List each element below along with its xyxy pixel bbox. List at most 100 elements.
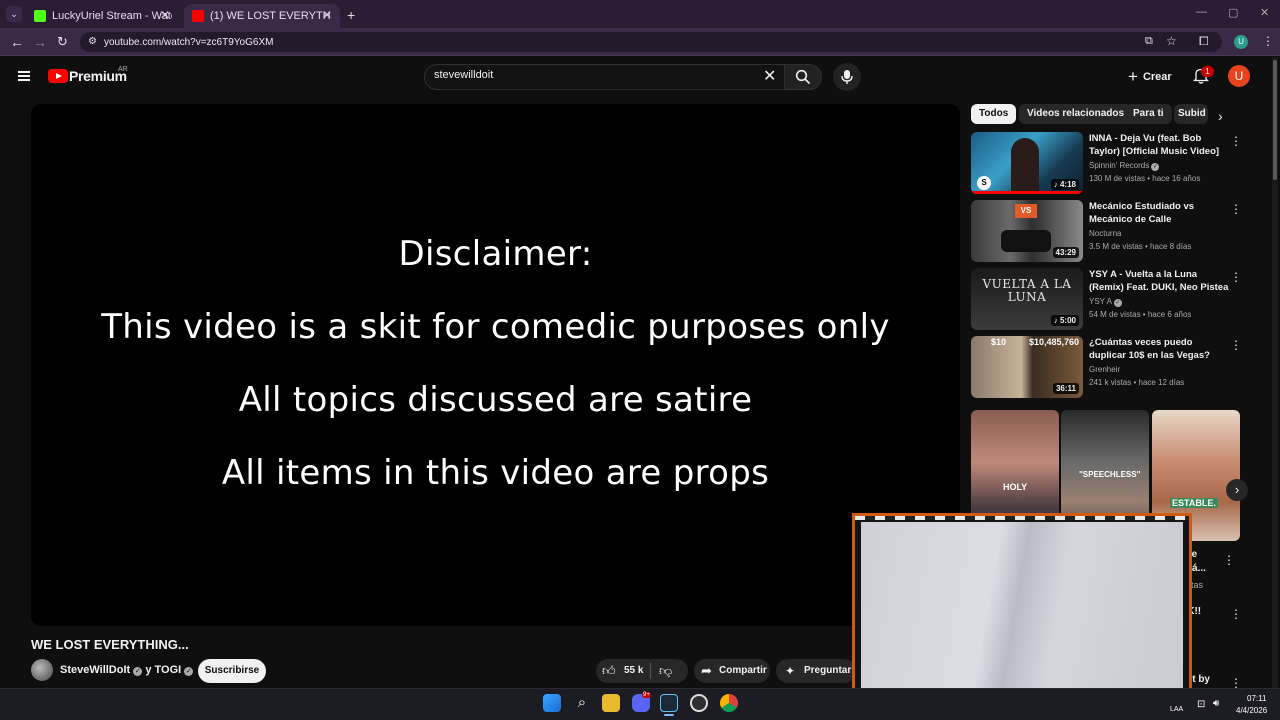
duration-badge: 43:29 bbox=[1052, 247, 1079, 258]
browser-menu-icon[interactable]: ⋮ bbox=[1262, 34, 1274, 48]
chevron-right-icon[interactable]: › bbox=[1218, 108, 1223, 124]
recommendation-channel[interactable]: Spinnin' Records ✓ bbox=[1089, 161, 1160, 171]
short-overlay-text: "SPEECHLESS" bbox=[1079, 470, 1141, 479]
window-restore-button[interactable]: ▢ bbox=[1228, 6, 1238, 19]
duration-text: 4:18 bbox=[1059, 180, 1076, 189]
more-options-icon[interactable]: ⋮ bbox=[1230, 202, 1242, 216]
reload-icon[interactable]: ↻ bbox=[57, 34, 68, 50]
recommendation-title[interactable]: INNA - Deja Vu (feat. Bob Taylor) [Offic… bbox=[1089, 132, 1229, 158]
windows-start-icon[interactable] bbox=[543, 694, 561, 712]
url-text: youtube.com/watch?v=zc6T9YoG6XM bbox=[104, 37, 274, 48]
video-thumbnail[interactable]: S ♪ 4:18 bbox=[971, 132, 1083, 194]
share-label: Compartir bbox=[719, 665, 767, 676]
volume-icon[interactable]: 🔊︎ bbox=[1213, 698, 1219, 709]
recommendation-item[interactable]: VUELTA A LA LUNA ♪ 5:00 YSY A - Vuelta a… bbox=[971, 268, 1261, 330]
file-explorer-icon[interactable] bbox=[602, 694, 620, 712]
network-icon[interactable]: ⊡ bbox=[1197, 699, 1205, 710]
taskbar-search-icon[interactable]: ⌕ bbox=[573, 694, 591, 712]
shorts-next-button[interactable]: › bbox=[1226, 479, 1248, 501]
duration-badge: ♪ 4:18 bbox=[1050, 179, 1079, 190]
recommendation-title[interactable]: Mecánico Estudiado vs Mecánico de Calle bbox=[1089, 200, 1229, 226]
recommendation-channel[interactable]: Grenheir bbox=[1089, 365, 1120, 374]
channel-name-text[interactable]: SteveWillDoIt bbox=[60, 664, 130, 676]
video-thumbnail[interactable]: $10 $10,485,760 36:11 bbox=[971, 336, 1083, 398]
channel-label: Spinnin' Records bbox=[1089, 161, 1150, 170]
kick-icon bbox=[34, 10, 46, 22]
recommendation-item[interactable]: $10 $10,485,760 36:11 ¿Cuántas veces pue… bbox=[971, 336, 1261, 398]
recommendation-meta: 130 M de vistas • hace 16 años bbox=[1089, 174, 1201, 183]
thumbnail-figure bbox=[1011, 138, 1039, 194]
ask-button[interactable]: ✦ Preguntar bbox=[776, 659, 856, 683]
search-icon bbox=[795, 69, 811, 85]
taskbar-active-indicator bbox=[664, 714, 674, 716]
more-options-icon[interactable]: ⋮ bbox=[1230, 134, 1242, 148]
steam-icon[interactable] bbox=[660, 694, 678, 712]
dislike-button[interactable]: 👎︎ bbox=[659, 662, 672, 680]
disclaimer-line: All items in this video are props bbox=[221, 453, 770, 493]
browser-tab-luckyuriel[interactable]: LuckyUriel Stream - Watch Live ✕ bbox=[26, 4, 178, 28]
bookmark-star-icon[interactable]: ☆ bbox=[1166, 34, 1177, 48]
window-close-button[interactable]: ✕ bbox=[1260, 6, 1269, 19]
chip-subidos[interactable]: Subid bbox=[1174, 104, 1208, 124]
channel-name[interactable]: SteveWillDoIt ✓ y TOGI ✓ bbox=[60, 664, 194, 676]
collab-joiner: y bbox=[145, 664, 152, 676]
discord-badge: 9+ bbox=[642, 692, 651, 698]
video-thumbnail[interactable]: VS 43:29 bbox=[971, 200, 1083, 262]
clear-search-icon[interactable]: ✕ bbox=[763, 66, 776, 86]
recommendation-channel[interactable]: Nocturna bbox=[1089, 229, 1121, 238]
extensions-icon[interactable]: ⧠ bbox=[1199, 34, 1209, 49]
webcam-frame-pattern bbox=[855, 516, 1189, 520]
channel-avatar[interactable] bbox=[31, 659, 53, 681]
obs-icon[interactable] bbox=[690, 694, 708, 712]
voice-search-button[interactable] bbox=[833, 63, 861, 91]
create-button[interactable]: + Crear bbox=[1128, 67, 1172, 87]
thumbnail-price-right: $10,485,760 bbox=[1029, 337, 1080, 347]
verified-icon: ✓ bbox=[1113, 299, 1122, 307]
youtube-logo-icon[interactable] bbox=[48, 69, 68, 83]
recommendation-item[interactable]: S ♪ 4:18 INNA - Deja Vu (feat. Bob Taylo… bbox=[971, 132, 1261, 194]
more-options-icon[interactable]: ⋮ bbox=[1230, 338, 1242, 352]
install-app-icon[interactable]: ⧉ bbox=[1145, 35, 1153, 48]
account-avatar[interactable]: U bbox=[1228, 65, 1250, 87]
video-player[interactable] bbox=[31, 104, 960, 626]
more-options-icon[interactable]: ⋮ bbox=[1230, 270, 1242, 284]
search-button[interactable] bbox=[784, 64, 822, 90]
chip-para-ti[interactable]: Para ti bbox=[1125, 104, 1172, 124]
more-options-icon[interactable]: ⋮ bbox=[1230, 607, 1242, 621]
browser-tab-youtube[interactable]: (1) WE LOST EVERYTHING... - Yo ✕ bbox=[184, 4, 340, 28]
recommendation-item[interactable]: VS 43:29 Mecánico Estudiado vs Mecánico … bbox=[971, 200, 1261, 262]
chip-todos[interactable]: Todos bbox=[971, 104, 1017, 124]
microphone-icon bbox=[841, 70, 853, 84]
collab-channel-name[interactable]: TOGI bbox=[155, 664, 182, 676]
site-info-icon[interactable]: ⚙ bbox=[88, 36, 97, 47]
recommendation-channel[interactable]: YSY A ✓ bbox=[1089, 297, 1122, 307]
share-icon: ➦ bbox=[701, 663, 712, 678]
webcam-feed bbox=[861, 522, 1183, 700]
window-minimize-button[interactable]: — bbox=[1196, 6, 1207, 18]
close-icon[interactable]: ✕ bbox=[160, 8, 170, 22]
recommendation-title[interactable]: ¿Cuántas veces puedo duplicar 10$ en las… bbox=[1089, 336, 1229, 362]
more-options-icon[interactable]: ⋮ bbox=[1223, 553, 1235, 567]
chip-videos-relacionados[interactable]: Videos relacionados bbox=[1019, 104, 1133, 124]
thumbnail-vs-badge: VS bbox=[1015, 204, 1037, 218]
profile-avatar[interactable]: U bbox=[1234, 35, 1248, 49]
back-icon[interactable]: ← bbox=[10, 34, 24, 50]
video-thumbnail[interactable]: VUELTA A LA LUNA ♪ 5:00 bbox=[971, 268, 1083, 330]
tab-label: LuckyUriel Stream - Watch Live bbox=[52, 10, 172, 22]
clock-date[interactable]: 4/4/2026 bbox=[1236, 706, 1267, 715]
recommendation-title[interactable]: YSY A - Vuelta a la Luna (Remix) Feat. D… bbox=[1089, 268, 1229, 294]
scrollbar-thumb[interactable] bbox=[1273, 60, 1277, 180]
close-icon[interactable]: ✕ bbox=[322, 8, 332, 22]
disclaimer-line: This video is a skit for comedic purpose… bbox=[101, 307, 890, 347]
duration-text: 5:00 bbox=[1059, 316, 1076, 325]
share-button[interactable]: ➦ Compartir bbox=[694, 659, 770, 683]
new-tab-button[interactable]: + bbox=[347, 7, 355, 23]
input-language[interactable]: LAA bbox=[1170, 706, 1183, 713]
short-overlay-text: HOLY bbox=[1003, 482, 1028, 492]
chrome-icon[interactable] bbox=[720, 694, 738, 712]
clock-time[interactable]: 07:11 bbox=[1247, 694, 1266, 703]
like-button[interactable]: 👍︎ bbox=[602, 662, 616, 680]
subscribe-button[interactable]: Suscribirse bbox=[198, 659, 266, 683]
forward-icon[interactable]: → bbox=[33, 34, 47, 50]
tab-search-dropdown[interactable]: ⌄ bbox=[6, 6, 22, 22]
